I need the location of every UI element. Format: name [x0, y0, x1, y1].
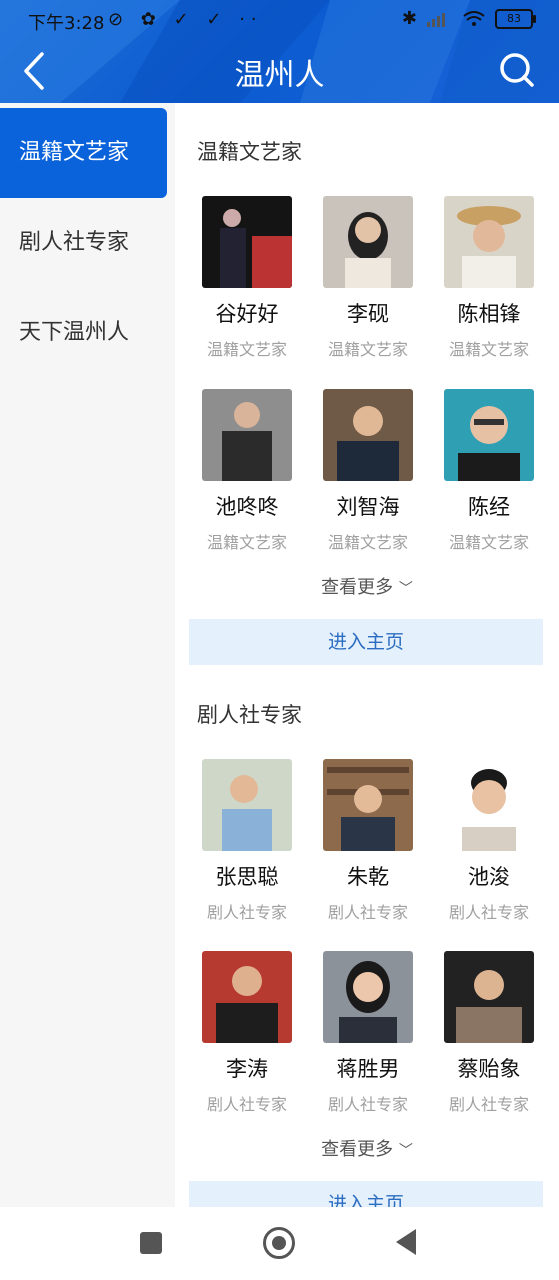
search-icon: [500, 53, 534, 87]
system-back-button[interactable]: [396, 1229, 416, 1255]
battery-icon: 83: [495, 8, 536, 29]
sidebar-item-jurenshe[interactable]: 剧人社专家: [0, 198, 175, 288]
page-title: 温州人: [234, 58, 325, 93]
see-more-label: 查看更多: [321, 1139, 394, 1160]
system-nav-bar: [0, 1207, 559, 1280]
nav-bar: 温州人: [0, 40, 559, 103]
sidebar-item-label: 剧人社专家: [19, 230, 130, 255]
person-name: 池咚咚: [215, 495, 279, 519]
status-right: ✱ 83: [401, 8, 536, 29]
person-tag: 温籍文艺家: [327, 340, 408, 359]
sidebar-item-label: 温籍文艺家: [19, 140, 130, 165]
search-button[interactable]: [497, 50, 537, 90]
person-tag: 温籍文艺家: [448, 340, 529, 359]
person-photo: [444, 196, 534, 288]
person-name: 池浚: [468, 865, 510, 889]
person-tag: 剧人社专家: [448, 1095, 529, 1114]
person-card[interactable]: 蔡贻象 剧人社专家: [434, 951, 544, 1115]
person-photo: [323, 759, 413, 851]
person-card[interactable]: 刘智海 温籍文艺家: [313, 389, 423, 553]
category-sidebar: 温籍文艺家 剧人社专家 天下温州人: [0, 103, 175, 1207]
person-name: 谷好好: [215, 302, 279, 326]
person-photo: [202, 951, 292, 1043]
person-photo: [444, 951, 534, 1043]
person-card[interactable]: 张思聪 剧人社专家: [192, 759, 302, 923]
person-photo: [323, 196, 413, 288]
person-tag: 剧人社专家: [206, 1095, 287, 1114]
person-card[interactable]: 陈相锋 温籍文艺家: [434, 196, 544, 360]
signal-icon: [427, 12, 445, 27]
person-name: 蒋胜男: [336, 1057, 400, 1081]
section-title: 剧人社专家: [197, 703, 302, 727]
see-more-label: 查看更多: [321, 577, 394, 598]
person-name: 陈相锋: [457, 302, 521, 326]
person-tag: 温籍文艺家: [206, 533, 287, 552]
status-bar: 下午3:28 ⊘ ✿ ✓ ✓ ·· ✱ 83: [0, 0, 559, 40]
chevron-down-icon: ﹀: [398, 1143, 413, 1159]
person-photo: [323, 951, 413, 1043]
person-name: 张思聪: [215, 865, 279, 889]
person-card[interactable]: 池浚 剧人社专家: [434, 759, 544, 923]
person-card[interactable]: 朱乾 剧人社专家: [313, 759, 423, 923]
chevron-down-icon: ﹀: [398, 581, 413, 597]
enter-homepage-button[interactable]: 进入主页: [189, 1181, 543, 1207]
person-tag: 剧人社专家: [206, 903, 287, 922]
app-header: 下午3:28 ⊘ ✿ ✓ ✓ ·· ✱ 83 温州人: [0, 0, 559, 103]
person-tag: 温籍文艺家: [448, 533, 529, 552]
person-name: 陈经: [468, 495, 510, 519]
person-card[interactable]: 李砚 温籍文艺家: [313, 196, 423, 360]
section-title: 温籍文艺家: [197, 140, 302, 164]
person-photo: [202, 759, 292, 851]
sidebar-item-wenji[interactable]: 温籍文艺家: [0, 108, 167, 198]
person-tag: 温籍文艺家: [206, 340, 287, 359]
person-card[interactable]: 陈经 温籍文艺家: [434, 389, 544, 553]
sidebar-item-tianxia[interactable]: 天下温州人: [0, 288, 175, 378]
person-card[interactable]: 谷好好 温籍文艺家: [192, 196, 302, 360]
person-name: 刘智海: [336, 495, 400, 519]
notification-icons: ⊘ ✿ ✓ ✓ ··: [108, 9, 263, 30]
person-name: 朱乾: [347, 865, 389, 889]
person-photo: [202, 196, 292, 288]
person-tag: 剧人社专家: [327, 903, 408, 922]
sidebar-item-label: 天下温州人: [19, 320, 130, 345]
person-card[interactable]: 池咚咚 温籍文艺家: [192, 389, 302, 553]
person-photo: [444, 389, 534, 481]
see-more-link[interactable]: 查看更多 ﹀: [175, 573, 559, 599]
person-tag: 剧人社专家: [327, 1095, 408, 1114]
person-tag: 剧人社专家: [448, 903, 529, 922]
person-card[interactable]: 蒋胜男 剧人社专家: [313, 951, 423, 1115]
person-tag: 温籍文艺家: [327, 533, 408, 552]
person-name: 李砚: [347, 302, 389, 326]
person-name: 蔡贻象: [457, 1057, 521, 1081]
bluetooth-icon: ✱: [401, 8, 417, 29]
content-panel: 温籍文艺家 谷好好 温籍文艺家 李砚 温籍文艺家 陈相锋 温籍文艺家 池咚咚 温…: [175, 103, 559, 1207]
enter-homepage-button[interactable]: 进入主页: [189, 619, 543, 665]
person-photo: [323, 389, 413, 481]
status-time: 下午3:28: [28, 13, 105, 34]
person-name: 李涛: [226, 1057, 268, 1081]
person-photo: [202, 389, 292, 481]
wifi-icon: [463, 10, 485, 26]
home-button[interactable]: [263, 1227, 295, 1259]
person-card[interactable]: 李涛 剧人社专家: [192, 951, 302, 1115]
person-photo: [444, 759, 534, 851]
recent-apps-button[interactable]: [140, 1232, 162, 1254]
see-more-link[interactable]: 查看更多 ﹀: [175, 1135, 559, 1161]
